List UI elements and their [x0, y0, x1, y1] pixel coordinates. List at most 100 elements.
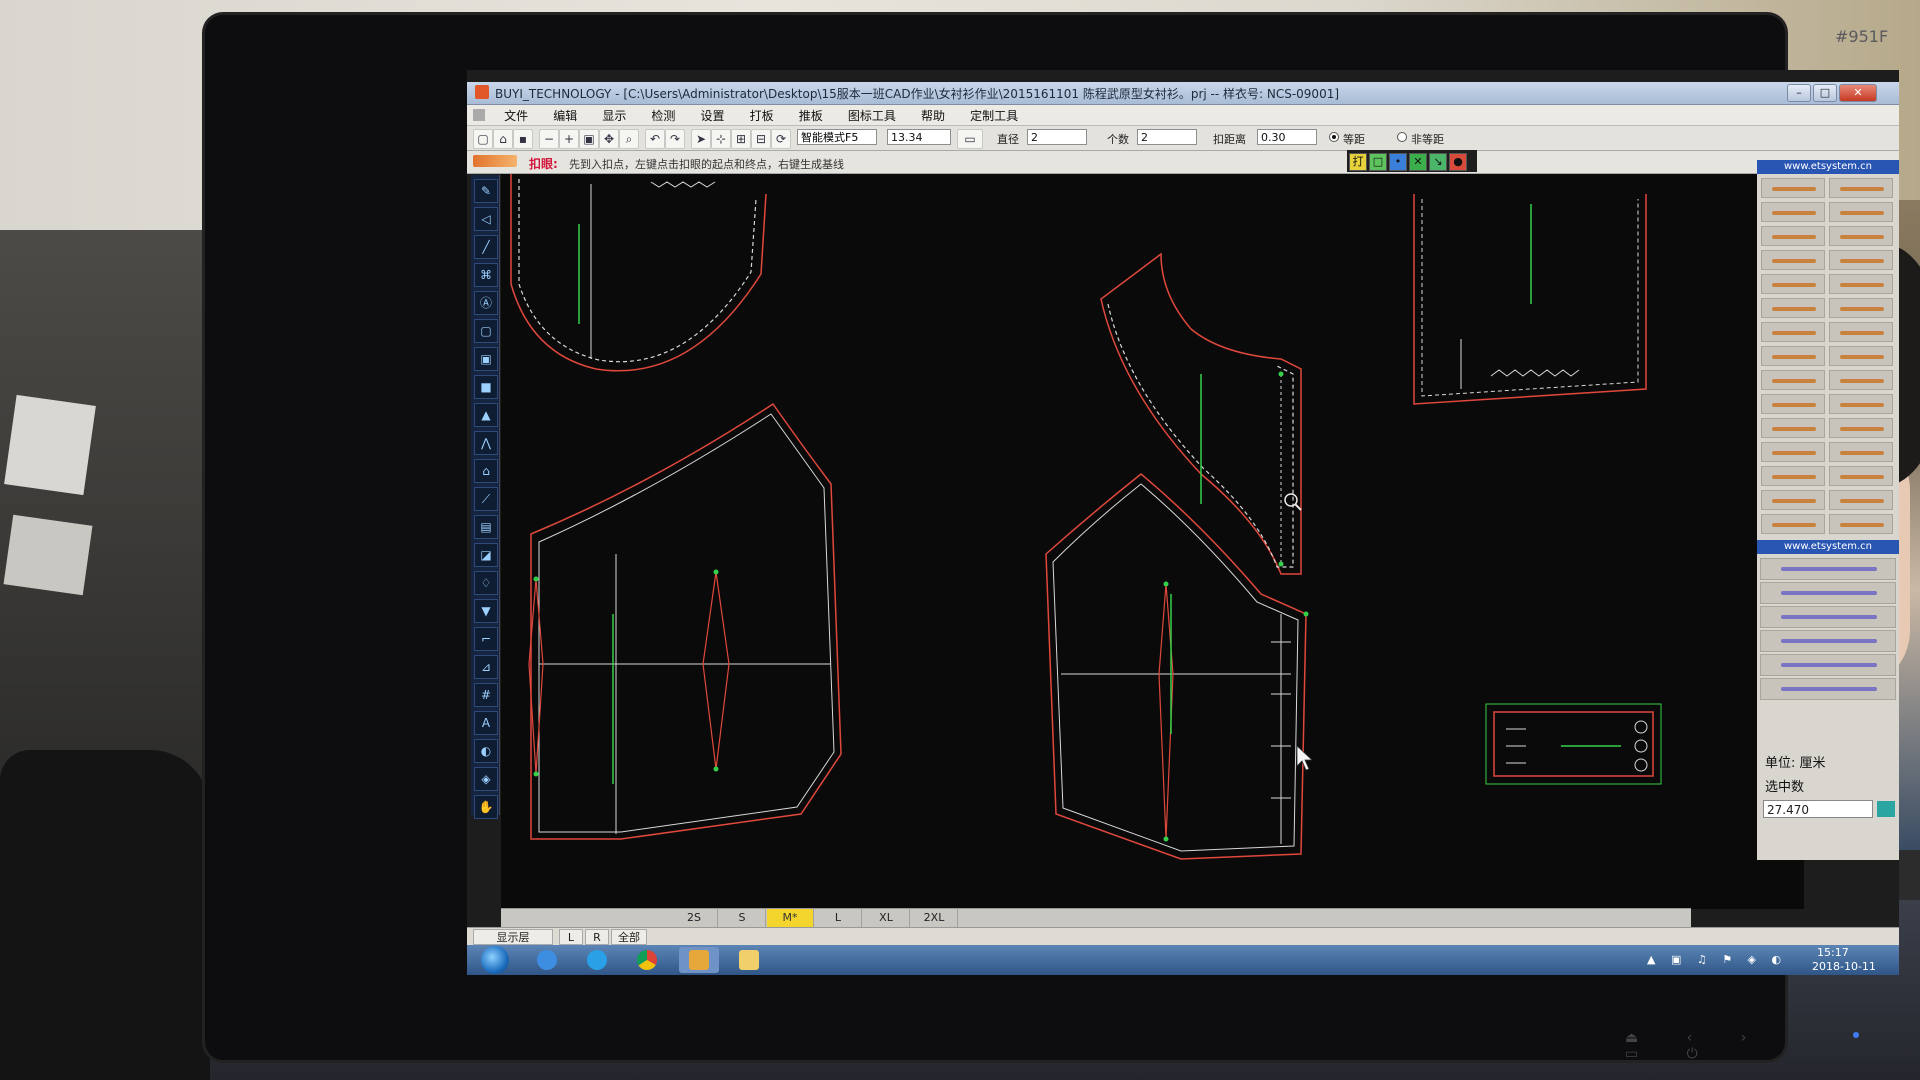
- rotate-icon[interactable]: ⟳: [771, 129, 791, 149]
- measure-icon[interactable]: ▭: [957, 129, 983, 149]
- panel-tool-21[interactable]: [1761, 418, 1825, 438]
- move-point-icon[interactable]: ⊹: [711, 129, 731, 149]
- right-button[interactable]: R: [585, 929, 609, 945]
- left-button[interactable]: L: [559, 929, 583, 945]
- spacing-input[interactable]: 0.30: [1257, 129, 1317, 145]
- piece-tool-icon[interactable]: ▤: [474, 515, 498, 539]
- panel-tool-27[interactable]: [1761, 490, 1825, 510]
- unequal-spacing-radio[interactable]: [1397, 132, 1407, 142]
- menu-grading[interactable]: 推板: [789, 105, 833, 126]
- diameter-input[interactable]: 2: [1027, 129, 1087, 145]
- mode-select[interactable]: 智能模式F5: [797, 129, 877, 145]
- save-icon[interactable]: ▪: [513, 129, 533, 149]
- ruler-tool-2[interactable]: [1760, 582, 1896, 604]
- pattern-piece-back-body[interactable]: [528, 402, 842, 840]
- smart-pen-icon[interactable]: ✎: [474, 179, 498, 203]
- panel-tool-15[interactable]: [1761, 346, 1825, 366]
- rectangle-tool-icon[interactable]: ▢: [474, 319, 498, 343]
- pleat-tool-icon[interactable]: ⋀: [474, 431, 498, 455]
- panel-tool-19[interactable]: [1761, 394, 1825, 414]
- count-input[interactable]: 2: [1137, 129, 1197, 145]
- size-xl[interactable]: XL: [863, 909, 910, 927]
- redo-icon[interactable]: ↷: [665, 129, 685, 149]
- zoom-in-icon[interactable]: +: [559, 129, 579, 149]
- menu-file[interactable]: 文件: [494, 105, 538, 126]
- new-file-icon[interactable]: ▢: [473, 129, 493, 149]
- size-2s[interactable]: 2S: [671, 909, 718, 927]
- ie-browser-icon[interactable]: [527, 947, 567, 973]
- rotate-tool-icon[interactable]: ♢: [474, 571, 498, 595]
- square-angle-icon[interactable]: ⊿: [474, 655, 498, 679]
- menu-icon-tools[interactable]: 图标工具: [838, 105, 906, 126]
- sew-tool-icon[interactable]: ◐: [474, 739, 498, 763]
- shape-tool-icon[interactable]: ◈: [474, 767, 498, 791]
- arrow-select-icon[interactable]: ◁: [474, 207, 498, 231]
- copy-tool-icon[interactable]: ◪: [474, 543, 498, 567]
- panel-tool-24[interactable]: [1829, 442, 1893, 462]
- system-tray-icons[interactable]: ▲ ▣ ♫ ⚑ ◈ ◐: [1647, 953, 1787, 966]
- start-button[interactable]: [481, 946, 509, 974]
- triangle-tool-icon[interactable]: ▼: [474, 599, 498, 623]
- menu-edit[interactable]: 编辑: [543, 105, 587, 126]
- menu-custom-tools[interactable]: 定制工具: [960, 105, 1028, 126]
- file-explorer-icon[interactable]: [729, 947, 769, 973]
- ruler-tool-5[interactable]: [1760, 654, 1896, 676]
- frame-tool-icon[interactable]: ▣: [474, 347, 498, 371]
- panel-tool-20[interactable]: [1829, 394, 1893, 414]
- grid-tool-icon[interactable]: #: [474, 683, 498, 707]
- panel-tool-14[interactable]: [1829, 322, 1893, 342]
- pan-icon[interactable]: ✥: [599, 129, 619, 149]
- text-tool-icon[interactable]: A: [474, 711, 498, 735]
- panel-tool-26[interactable]: [1829, 466, 1893, 486]
- undo-icon[interactable]: ↶: [645, 129, 665, 149]
- qq-browser-icon[interactable]: [577, 947, 617, 973]
- menu-check[interactable]: 检测: [641, 105, 685, 126]
- open-folder-icon[interactable]: ⌂: [493, 129, 513, 149]
- align-icon[interactable]: ⊞: [731, 129, 751, 149]
- panel-tool-10[interactable]: [1829, 274, 1893, 294]
- zoom-fit-icon[interactable]: ▣: [579, 129, 599, 149]
- panel-tool-28[interactable]: [1829, 490, 1893, 510]
- all-button[interactable]: 全部: [611, 929, 647, 945]
- mode-button-print[interactable]: 打: [1349, 153, 1367, 171]
- panel-tool-3[interactable]: [1761, 202, 1825, 222]
- panel-tool-16[interactable]: [1829, 346, 1893, 366]
- minimize-button[interactable]: –: [1787, 84, 1811, 102]
- measure-value-field[interactable]: 27.470: [1763, 800, 1873, 818]
- zoom-window-icon[interactable]: ⌕: [619, 129, 639, 149]
- menu-settings[interactable]: 设置: [691, 105, 735, 126]
- size-2xl[interactable]: 2XL: [911, 909, 958, 927]
- adjust-tool-icon[interactable]: ⌘: [474, 263, 498, 287]
- panel-tool-1[interactable]: [1761, 178, 1825, 198]
- panel-tool-8[interactable]: [1829, 250, 1893, 270]
- dart-tool-icon[interactable]: ▲: [474, 403, 498, 427]
- mode-button-dot[interactable]: •: [1389, 153, 1407, 171]
- calculator-icon[interactable]: [1877, 801, 1895, 817]
- drawing-canvas[interactable]: [501, 174, 1804, 909]
- panel-tool-30[interactable]: [1829, 514, 1893, 534]
- hand-tool-icon[interactable]: ✋: [474, 795, 498, 819]
- corner-tool-icon[interactable]: ⌐: [474, 627, 498, 651]
- panel-tool-2[interactable]: [1829, 178, 1893, 198]
- panel-tool-4[interactable]: [1829, 202, 1893, 222]
- panel-tool-25[interactable]: [1761, 466, 1825, 486]
- mirror-icon[interactable]: ⊟: [751, 129, 771, 149]
- ruler-tool-1[interactable]: [1760, 558, 1896, 580]
- panel-tool-13[interactable]: [1761, 322, 1825, 342]
- mode-button-record[interactable]: ●: [1449, 153, 1467, 171]
- panel-tool-29[interactable]: [1761, 514, 1825, 534]
- seam-tool-icon[interactable]: ⟋: [474, 487, 498, 511]
- maximize-button[interactable]: □: [1813, 84, 1837, 102]
- panel-tool-5[interactable]: [1761, 226, 1825, 246]
- mode-button-cross[interactable]: ✕: [1409, 153, 1427, 171]
- size-l[interactable]: L: [815, 909, 862, 927]
- curve-tool-icon[interactable]: Ⓐ: [474, 291, 498, 315]
- panel-tool-6[interactable]: [1829, 226, 1893, 246]
- panel-tool-9[interactable]: [1761, 274, 1825, 294]
- pattern-piece-back-neck[interactable]: [510, 174, 767, 372]
- panel-tool-17[interactable]: [1761, 370, 1825, 390]
- panel-tool-7[interactable]: [1761, 250, 1825, 270]
- mode-button-arrow[interactable]: ↘: [1429, 153, 1447, 171]
- size-m[interactable]: M*: [767, 909, 814, 927]
- panel-tool-22[interactable]: [1829, 418, 1893, 438]
